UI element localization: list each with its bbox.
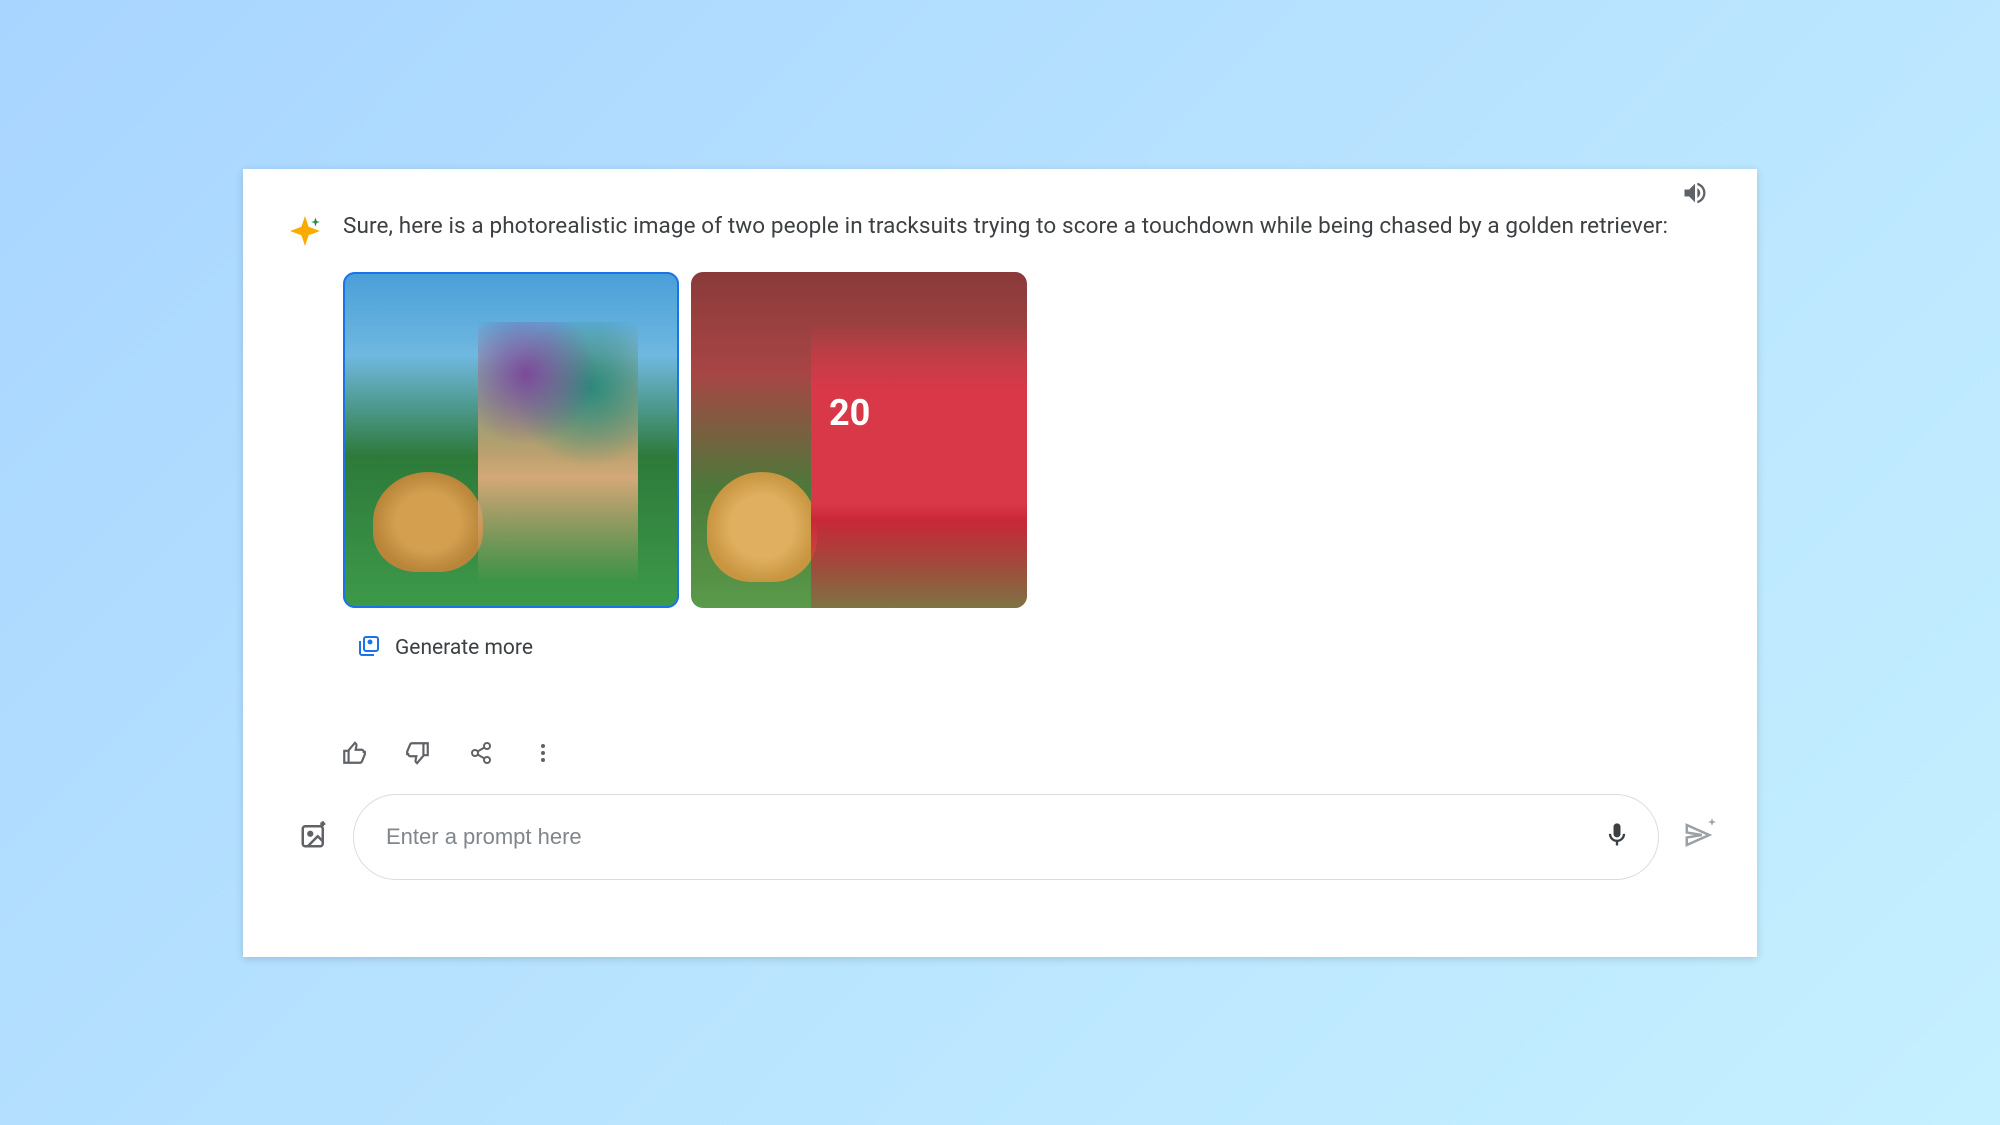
prompt-input-wrapper (353, 794, 1659, 880)
share-button[interactable] (469, 741, 493, 769)
generated-images-row (343, 272, 1713, 608)
response-action-bar (341, 740, 1713, 770)
response-content: Sure, here is a photorealistic image of … (343, 209, 1713, 663)
prompt-input-row (287, 794, 1713, 880)
generate-more-label: Generate more (395, 636, 533, 660)
response-row: Sure, here is a photorealistic image of … (287, 209, 1713, 663)
text-to-speech-button[interactable] (1681, 179, 1709, 211)
thumbs-up-button[interactable] (341, 740, 367, 770)
thumbs-down-button[interactable] (405, 740, 431, 770)
prompt-input[interactable] (353, 794, 1659, 880)
more-options-button[interactable] (531, 741, 555, 769)
generated-image-2[interactable] (691, 272, 1027, 608)
image-stack-icon (357, 634, 381, 662)
add-image-button[interactable] (299, 820, 329, 854)
microphone-button[interactable] (1603, 821, 1631, 853)
generate-more-button[interactable]: Generate more (357, 634, 1713, 662)
send-button[interactable] (1683, 820, 1713, 854)
sparkle-icon (287, 213, 323, 663)
response-text: Sure, here is a photorealistic image of … (343, 209, 1713, 245)
chat-response-card: Sure, here is a photorealistic image of … (243, 169, 1757, 957)
generated-image-1[interactable] (343, 272, 679, 608)
